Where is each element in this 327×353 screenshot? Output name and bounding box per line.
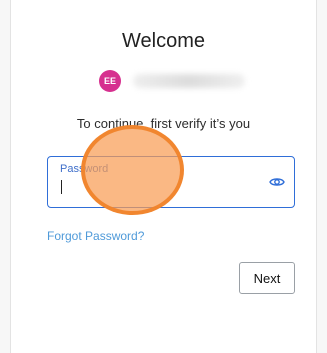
- account-chip: EE: [99, 70, 259, 94]
- password-label: Password: [60, 163, 109, 175]
- account-email-redacted: [133, 74, 245, 88]
- verification-prompt: To continue, first verify it’s you: [76, 116, 251, 131]
- eye-icon[interactable]: [269, 176, 285, 188]
- next-button[interactable]: Next: [239, 262, 295, 294]
- text-caret: [61, 180, 62, 194]
- password-field[interactable]: Password: [47, 156, 295, 208]
- page-title: Welcome: [122, 30, 205, 52]
- sign-in-card: Welcome EE To continue, first verify it’…: [10, 0, 317, 353]
- avatar: EE: [99, 70, 121, 92]
- forgot-password-link[interactable]: Forgot Password?: [47, 229, 144, 243]
